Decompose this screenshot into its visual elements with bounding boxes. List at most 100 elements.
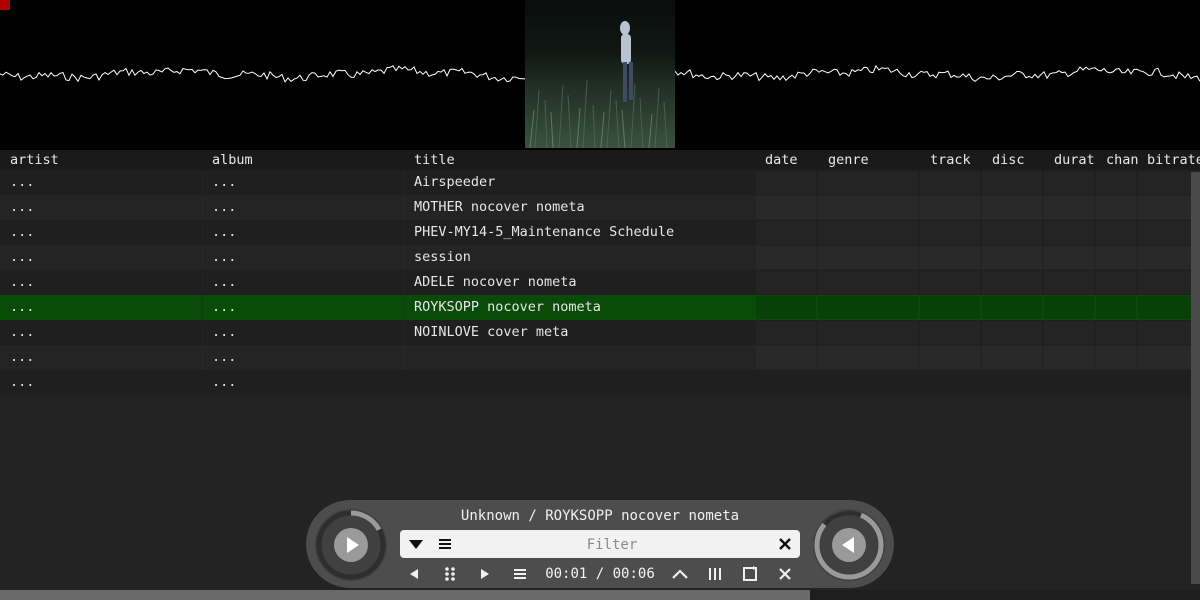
cell-title: ADELE nocover nometa [414, 274, 577, 290]
table-row[interactable]: ...... MOTHER nocover nometa [0, 195, 1200, 220]
cell-artist: ... [10, 274, 35, 290]
column-header-genre[interactable]: genre [828, 150, 869, 170]
drag-handle-icon[interactable] [439, 563, 461, 585]
horizontal-scrollbar-thumb[interactable] [0, 590, 810, 600]
cell-artist: ... [10, 199, 35, 215]
previous-icon [832, 528, 866, 562]
empty-cell [982, 171, 1042, 194]
cell-album: ... [212, 224, 237, 240]
cell-artist: ... [10, 174, 35, 190]
cell-title: session [414, 249, 471, 265]
table-row[interactable]: ...... session [0, 245, 1200, 270]
empty-cell [756, 271, 816, 294]
column-header-album[interactable]: album [212, 150, 253, 170]
table-header: artist album title date genre track disc durat c… [0, 150, 1200, 170]
close-icon[interactable] [774, 563, 796, 585]
cell-divider [202, 321, 203, 344]
empty-cell [982, 221, 1042, 244]
empty-cell [1096, 271, 1136, 294]
column-header-bitrate[interactable]: bitrate [1147, 150, 1200, 170]
cell-title: Airspeeder [414, 174, 496, 190]
album-cover[interactable] [525, 0, 675, 148]
column-header-title[interactable]: title [414, 150, 455, 170]
empty-cell [818, 171, 918, 194]
column-header-durat[interactable]: durat [1054, 150, 1095, 170]
play-icon [334, 528, 368, 562]
filter-input[interactable] [460, 533, 764, 557]
cell-divider [202, 196, 203, 219]
table-row[interactable]: ...... [0, 370, 1200, 395]
cell-divider [404, 296, 405, 319]
play-button[interactable] [315, 509, 387, 581]
table-row[interactable]: ...... ADELE nocover nometa [0, 270, 1200, 295]
cell-title: MOTHER nocover nometa [414, 199, 585, 215]
table-row[interactable]: ...... PHEV-MY14-5_Maintenance Schedule [0, 220, 1200, 245]
empty-cell [982, 346, 1042, 369]
previous-track-icon[interactable] [403, 563, 425, 585]
empty-cell [982, 246, 1042, 269]
table-row[interactable]: ...... ROYKSOPP nocover nometa [0, 295, 1200, 320]
column-header-track[interactable]: track [930, 150, 971, 170]
cell-divider [202, 246, 203, 269]
empty-cell [920, 296, 980, 319]
empty-cell [818, 346, 918, 369]
empty-cell [982, 296, 1042, 319]
cell-artist: ... [10, 249, 35, 265]
cell-artist: ... [10, 349, 35, 365]
cell-artist: ... [10, 374, 35, 390]
column-header-date[interactable]: date [765, 150, 798, 170]
repeat-icon[interactable] [739, 563, 761, 585]
cell-divider [404, 246, 405, 269]
empty-cell [1044, 321, 1094, 344]
empty-cell [818, 296, 918, 319]
table-row[interactable]: ...... NOINLOVE cover meta [0, 320, 1200, 345]
empty-cell [920, 221, 980, 244]
menu-icon[interactable] [435, 534, 455, 554]
empty-cell [1096, 346, 1136, 369]
table-row[interactable]: ...... Airspeeder [0, 170, 1200, 195]
empty-cell [756, 171, 816, 194]
empty-cell [756, 346, 816, 369]
empty-cell [818, 246, 918, 269]
cell-album: ... [212, 249, 237, 265]
cell-album: ... [212, 324, 237, 340]
table-row[interactable]: ...... [0, 345, 1200, 370]
empty-cell [756, 196, 816, 219]
filter-bar [400, 530, 800, 558]
vertical-scrollbar[interactable] [1191, 172, 1200, 584]
cell-title: ROYKSOPP nocover nometa [414, 299, 601, 315]
cell-divider [202, 221, 203, 244]
columns-icon[interactable] [704, 563, 726, 585]
empty-cell [982, 321, 1042, 344]
next-track-icon[interactable] [474, 563, 496, 585]
empty-cell [1044, 196, 1094, 219]
column-header-chan[interactable]: chan [1106, 150, 1139, 170]
cell-title: NOINLOVE cover meta [414, 324, 569, 340]
empty-cell [920, 196, 980, 219]
chevron-up-icon[interactable] [669, 563, 691, 585]
previous-button[interactable] [813, 509, 885, 581]
cell-divider [404, 321, 405, 344]
cell-divider [404, 346, 405, 369]
column-header-disc[interactable]: disc [992, 150, 1025, 170]
empty-cell [982, 271, 1042, 294]
empty-cell [920, 246, 980, 269]
empty-cell [1044, 296, 1094, 319]
clear-filter-icon[interactable] [775, 534, 795, 554]
dropdown-icon[interactable] [406, 534, 426, 554]
cell-divider [404, 221, 405, 244]
empty-cell [818, 321, 918, 344]
cell-album: ... [212, 299, 237, 315]
cell-divider [404, 196, 405, 219]
empty-cell [920, 271, 980, 294]
playlist-icon[interactable] [509, 563, 531, 585]
empty-cell [1044, 271, 1094, 294]
empty-cell [1096, 196, 1136, 219]
column-header-artist[interactable]: artist [10, 150, 59, 170]
cell-divider [404, 171, 405, 194]
cell-artist: ... [10, 299, 35, 315]
empty-cell [1044, 221, 1094, 244]
empty-cell [1096, 221, 1136, 244]
cell-divider [404, 271, 405, 294]
cell-title: PHEV-MY14-5_Maintenance Schedule [414, 224, 675, 240]
